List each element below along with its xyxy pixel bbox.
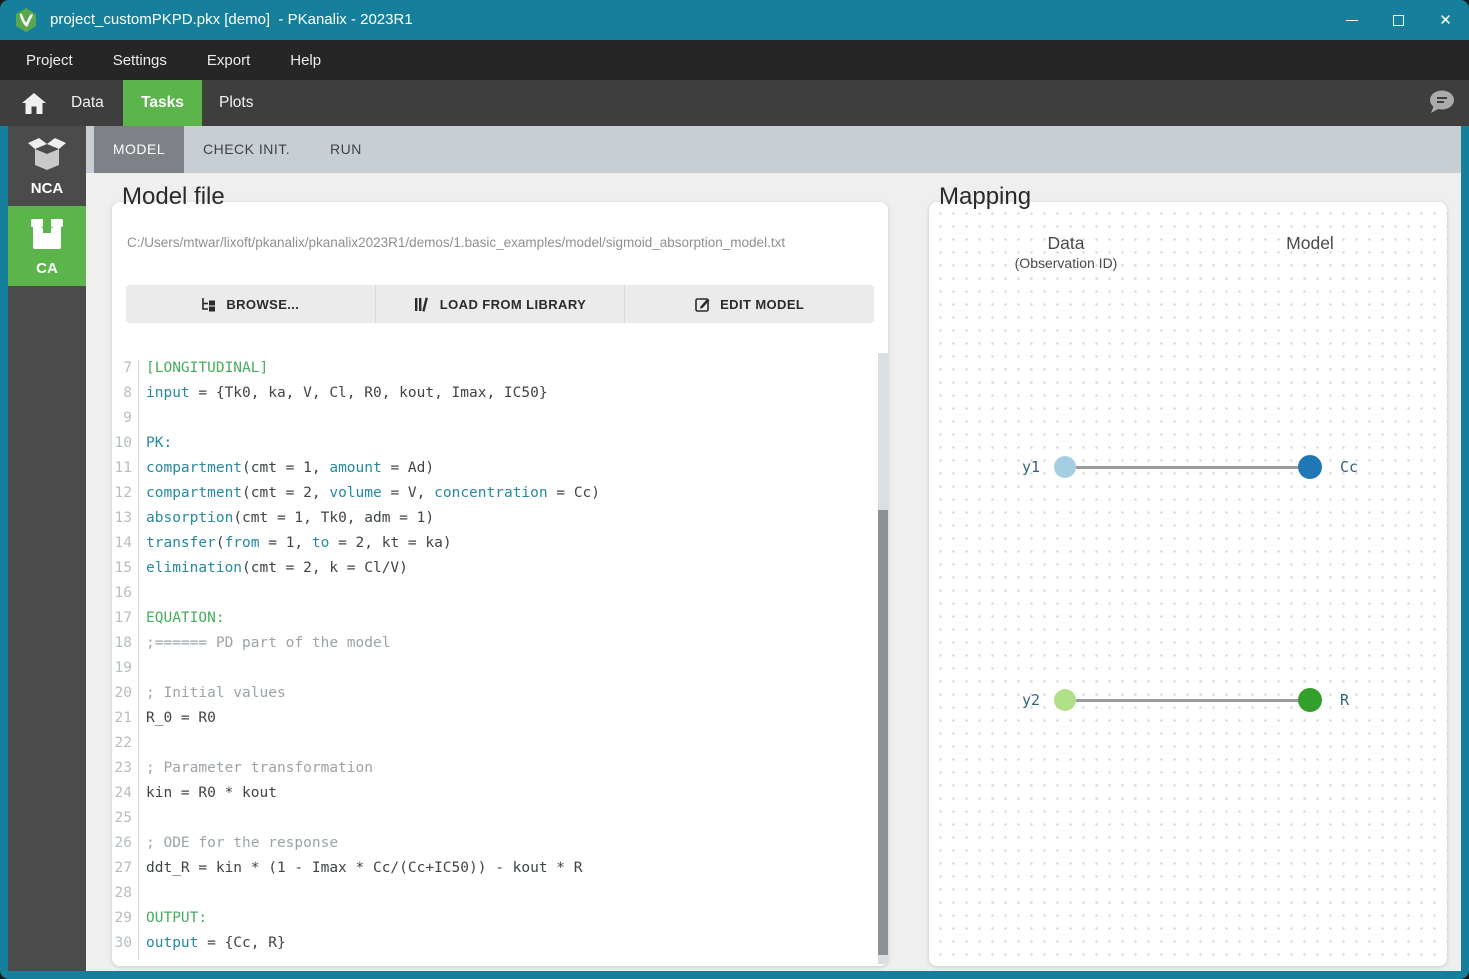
tab-tasks[interactable]: Tasks (123, 80, 202, 126)
model-node-dot[interactable] (1298, 688, 1322, 712)
mapping-panel: Data (Observation ID) Model y1 Cc y2 R (929, 202, 1447, 966)
model-header-label: Model (1286, 233, 1334, 253)
code-line: 21 R_0 = R0 (112, 710, 888, 735)
mapping-connector-line (1065, 698, 1310, 702)
task-subtab-bar: MODEL CHECK INIT. RUN (86, 126, 1461, 173)
subtab-run[interactable]: RUN (330, 126, 362, 173)
code-line: 24 kin = R0 * kout (112, 785, 888, 810)
model-file-panel: C:/Users/mtwar/lixoft/pkanalix/pkanalix2… (112, 202, 888, 966)
browse-icon (202, 297, 216, 311)
code-lines: 7 [LONGITUDINAL] 8 input = {Tk0, ka, V, Cl,… (112, 353, 888, 960)
load-from-library-button-label: LOAD FROM LIBRARY (439, 296, 587, 312)
data-node-label: y2 (1021, 691, 1040, 709)
load-from-library-button[interactable]: LOAD FROM LIBRARY (374, 285, 625, 323)
minimize-button[interactable] (1328, 0, 1375, 40)
subtab-model[interactable]: MODEL (94, 126, 184, 173)
code-line: 10 PK: (112, 435, 888, 460)
nav-tab-bar: Data Tasks Plots (0, 80, 1469, 126)
code-line: 9 (112, 410, 888, 435)
home-icon (22, 92, 46, 114)
home-tab[interactable] (14, 80, 54, 126)
mapping-row: y1 Cc (929, 455, 1447, 479)
main-area: Model file Mapping C:/Users/mtwar/lixoft… (86, 173, 1461, 971)
close-icon: ✕ (1439, 11, 1452, 29)
tab-data[interactable]: Data (71, 80, 104, 126)
mapping-row: y2 R (929, 688, 1447, 712)
code-line: 11 compartment(cmt = 1, amount = Ad) (112, 460, 888, 485)
sidebar-item-ca[interactable]: CA (8, 206, 86, 286)
code-line: 17 EQUATION: (112, 610, 888, 635)
code-line: 28 (112, 885, 888, 910)
code-line: 12 compartment(cmt = 2, volume = V, conce… (112, 485, 888, 510)
browse-button[interactable]: BROWSE... (126, 285, 375, 323)
code-line: 13 absorption(cmt = 1, Tk0, adm = 1) (112, 510, 888, 535)
code-scrollbar[interactable] (878, 353, 888, 964)
model-file-path: C:/Users/mtwar/lixoft/pkanalix/pkanalix2… (127, 235, 786, 250)
chat-bubble-icon (1430, 90, 1454, 113)
edit-pencil-icon (695, 298, 710, 312)
code-line: 8 input = {Tk0, ka, V, Cl, R0, kout, Imax… (112, 385, 888, 410)
menu-bar: Project Settings Export Help (0, 40, 1469, 80)
maximize-button[interactable] (1375, 0, 1422, 40)
close-button[interactable]: ✕ (1422, 0, 1469, 40)
menu-settings[interactable]: Settings (113, 52, 167, 69)
menu-project[interactable]: Project (26, 52, 73, 69)
titlebar: project_customPKPD.pkx [demo] - PKanalix… (0, 0, 1469, 40)
browse-button-label: BROWSE... (226, 296, 300, 312)
open-box-icon (27, 137, 67, 171)
tab-plots[interactable]: Plots (219, 80, 253, 126)
model-button-row: BROWSE... LOAD FROM LIBRARY EDIT MODEL (126, 285, 874, 323)
code-line: 18 ;====== PD part of the model (112, 635, 888, 660)
pkanalix-app-icon (13, 7, 39, 33)
edit-model-button[interactable]: EDIT MODEL (624, 285, 874, 323)
minimize-icon (1345, 19, 1358, 21)
code-scrollbar-thumb[interactable] (878, 510, 888, 955)
content-frame: NCA CA MODEL CHECK INIT. RUN Model file … (8, 126, 1461, 971)
mapping-data-column-header: Data (Observation ID) (981, 233, 1151, 271)
sidebar-item-label: CA (36, 260, 58, 277)
model-node-label: Cc (1340, 458, 1359, 476)
window-controls: ✕ (1328, 0, 1469, 40)
code-line: 27 ddt_R = kin * (1 - Imax * Cc/(Cc+IC50)… (112, 860, 888, 885)
model-code-editor[interactable]: 7 [LONGITUDINAL] 8 input = {Tk0, ka, V, Cl,… (112, 353, 888, 964)
code-line: 20; Initial values (112, 685, 888, 710)
code-line: 25 (112, 810, 888, 835)
code-line: 26; ODE for the response (112, 835, 888, 860)
data-node-dot[interactable] (1054, 456, 1076, 478)
sidebar: NCA CA (8, 126, 86, 971)
sidebar-item-nca[interactable]: NCA (8, 126, 86, 206)
mapping-connector-line (1065, 465, 1310, 469)
code-line: 7 [LONGITUDINAL] (112, 360, 888, 385)
model-node-label: R (1340, 691, 1350, 709)
code-line: 29 OUTPUT: (112, 910, 888, 935)
code-line: 30 output = {Cc, R} (112, 935, 888, 960)
window-title: project_customPKPD.pkx [demo] - PKanalix… (50, 11, 413, 28)
feedback-chat-button[interactable] (1426, 89, 1456, 117)
code-line: 22 (112, 735, 888, 760)
code-line: 16 (112, 585, 888, 610)
data-header-label: Data (1047, 233, 1085, 253)
app-window: project_customPKPD.pkx [demo] - PKanalix… (0, 0, 1469, 979)
code-line: 15 elimination(cmt = 2, k = Cl/V) (112, 560, 888, 585)
code-line: 23; Parameter transformation (112, 760, 888, 785)
model-node-dot[interactable] (1298, 455, 1322, 479)
menu-help[interactable]: Help (290, 52, 321, 69)
maximize-icon (1393, 14, 1404, 26)
observation-id-label: (Observation ID) (1014, 255, 1118, 271)
menu-export[interactable]: Export (207, 52, 250, 69)
closed-box-icon (29, 217, 65, 251)
subtab-check-init[interactable]: CHECK INIT. (203, 126, 290, 173)
model-file-heading: Model file (122, 183, 225, 210)
library-icon (414, 296, 428, 312)
code-line: 19 (112, 660, 888, 685)
mapping-heading: Mapping (939, 183, 1032, 210)
code-line: 14 transfer(from = 1, to = 2, kt = ka) (112, 535, 888, 560)
sidebar-item-label: NCA (30, 180, 64, 197)
mapping-model-column-header: Model (1225, 233, 1395, 254)
data-node-label: y1 (1021, 458, 1040, 476)
data-node-dot[interactable] (1054, 689, 1076, 711)
edit-model-button-label: EDIT MODEL (720, 296, 805, 312)
